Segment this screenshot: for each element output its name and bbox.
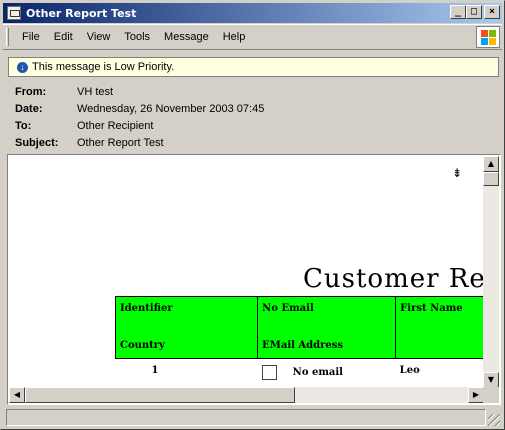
column-header: Identifier Country	[114, 296, 259, 359]
cell-no-email: No email	[258, 359, 396, 389]
column-header: First Name	[395, 296, 484, 359]
title-bar[interactable]: Other Report Test _ □ ×	[3, 3, 502, 23]
caption-buttons: _ □ ×	[450, 5, 500, 19]
header-from: From: VH test	[15, 83, 264, 100]
scroll-up-button[interactable]: ▲	[483, 156, 499, 172]
header-label: Subject:	[15, 136, 59, 149]
no-email-text: No email	[292, 367, 343, 378]
scroll-corner	[483, 387, 499, 403]
window-title: Other Report Test	[26, 6, 137, 20]
menu-edit[interactable]: Edit	[47, 31, 80, 43]
report-table: Identifier Country No Email EMail Addres…	[114, 296, 484, 389]
menu-file[interactable]: File	[15, 31, 47, 43]
cell-identifier: 1	[151, 365, 159, 376]
menu-view[interactable]: View	[80, 31, 118, 43]
header-label: To:	[15, 119, 32, 132]
horizontal-scrollbar[interactable]: ◀ ▶	[9, 387, 484, 403]
menu-help[interactable]: Help	[216, 31, 253, 43]
header-date: Date: Wednesday, 26 November 2003 07:45	[15, 100, 264, 117]
menu-message[interactable]: Message	[157, 31, 216, 43]
column-header-top: Identifier	[120, 303, 173, 314]
message-headers: From: VH test Date: Wednesday, 26 Novemb…	[15, 83, 264, 151]
no-email-checkbox[interactable]	[261, 365, 277, 380]
report-title: Customer Repo	[303, 264, 484, 294]
message-window: Other Report Test _ □ × File Edit View T…	[0, 0, 505, 430]
status-pane	[6, 409, 486, 426]
menu-tools[interactable]: Tools	[117, 31, 157, 43]
resize-grip-icon[interactable]	[488, 414, 500, 426]
envelope-icon	[7, 6, 21, 20]
toolbar-grip[interactable]	[6, 28, 9, 46]
scroll-right-button[interactable]: ▶	[468, 387, 484, 403]
minimize-button[interactable]: _	[450, 5, 466, 19]
column-header-bottom: Country	[120, 340, 165, 351]
horizontal-scroll-thumb[interactable]	[25, 387, 295, 403]
table-row: 1 No email Leo	[116, 359, 484, 389]
close-button[interactable]: ×	[484, 5, 500, 19]
message-body: ⇟ Customer Repo Identifier Country No Em…	[9, 156, 484, 388]
menu-bar: File Edit View Tools Message Help	[3, 24, 502, 50]
scroll-left-button[interactable]: ◀	[9, 387, 25, 403]
header-label: Date:	[15, 102, 43, 115]
table-header-row: Identifier Country No Email EMail Addres…	[114, 296, 484, 359]
column-header: No Email EMail Address	[257, 296, 397, 359]
column-header-top: First Name	[400, 303, 463, 314]
scroll-down-button[interactable]: ▼	[483, 372, 499, 388]
column-header-bottom: EMail Address	[262, 340, 344, 351]
column-header-top: No Email	[262, 303, 314, 314]
low-priority-icon: ↓	[17, 61, 28, 73]
page-break-icon: ⇟	[452, 166, 463, 180]
vertical-scrollbar[interactable]: ▲ ▼	[483, 156, 499, 388]
priority-infobar: ↓ This message is Low Priority.	[8, 57, 499, 77]
header-subject: Subject: Other Report Test	[15, 134, 264, 151]
header-to: To: Other Recipient	[15, 117, 264, 134]
maximize-button[interactable]: □	[466, 5, 482, 19]
header-value: VH test	[77, 85, 114, 98]
priority-text: This message is Low Priority.	[32, 61, 175, 73]
vertical-scroll-thumb[interactable]	[483, 172, 499, 186]
header-value: Other Report Test	[77, 136, 164, 149]
status-bar	[3, 407, 502, 428]
header-value: Other Recipient	[77, 119, 154, 132]
cell-first-name: Leo	[399, 365, 420, 376]
message-body-pane[interactable]: ⇟ Customer Repo Identifier Country No Em…	[7, 154, 501, 405]
header-value: Wednesday, 26 November 2003 07:45	[77, 102, 265, 115]
header-label: From:	[15, 85, 47, 98]
windows-logo-icon	[476, 26, 500, 48]
